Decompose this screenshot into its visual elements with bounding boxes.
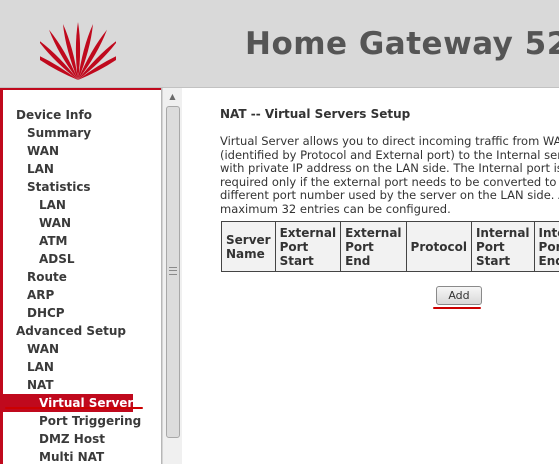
sidebar-item-multi-nat[interactable]: Multi NAT [0,448,104,464]
sidebar-item-lan[interactable]: LAN [0,160,54,178]
sidebar-item-wan[interactable]: WAN [0,214,71,232]
header-line: Start [475,253,511,268]
sidebar-item-arp[interactable]: ARP [0,286,54,304]
table-header-cell: External Port Start [274,221,342,272]
header-line: Server [226,232,271,247]
sidebar-item-port-triggering[interactable]: Port Triggering [0,412,141,430]
sidebar-item-atm[interactable]: ATM [0,232,67,250]
add-button-annotation-underline [433,307,481,309]
header-line: External [279,225,337,240]
header-title: Home Gateway 520 [245,26,559,62]
scroll-grip-icon [169,267,177,275]
table-header-cell: Internal Port Start [470,221,535,272]
header-line: External [345,225,402,240]
table-header-cell: External Port End [340,221,407,272]
sidebar-item-adsl[interactable]: ADSL [0,250,75,268]
sidebar-item-virtual-servers[interactable]: Virtual Servers [3,394,141,412]
main-content: NAT -- Virtual Servers Setup Virtual Ser… [183,88,559,464]
add-button[interactable]: Add [436,286,482,305]
virtual-servers-table: Server Name External Port Start External Port E… [221,221,559,272]
page-description: Virtual Server allows you to direct inco… [220,134,559,216]
brand-logo-icon [40,22,116,80]
sidebar-item-dhcp[interactable]: DHCP [0,304,65,322]
scroll-up-arrow-icon[interactable]: ▲ [163,90,182,104]
sidebar-item-wan[interactable]: WAN [0,340,59,358]
virtual-servers-annotation-underline [5,407,143,409]
sidebar-item-nat[interactable]: NAT [0,376,54,394]
header-line: Port [279,239,309,254]
header-line: End [345,253,371,268]
header-line: Internal [475,225,530,240]
sidebar-scrollbar[interactable]: ▲ [162,88,182,464]
sidebar-item-lan[interactable]: LAN [0,358,54,376]
sidebar-item-dmz-host[interactable]: DMZ Host [0,430,105,448]
header-line: Port [475,239,505,254]
sidebar-item-wan[interactable]: WAN [0,142,59,160]
scroll-thumb[interactable] [166,106,180,438]
table-header-cell: Protocol [405,221,472,272]
sidebar-item-lan[interactable]: LAN [0,196,66,214]
header-line: Start [279,253,314,268]
header: Home Gateway 520 [0,0,559,88]
header-line: Port [345,239,374,254]
sidebar-item-statistics[interactable]: Statistics [0,178,91,196]
header-line: Protocol [410,239,467,254]
sidebar-item-advanced-setup[interactable]: Advanced Setup [0,322,126,340]
sidebar-item-device-info[interactable]: Device Info [0,106,92,124]
header-line: Name [226,246,265,261]
sidebar-item-route[interactable]: Route [0,268,67,286]
sidebar-item-summary[interactable]: Summary [0,124,91,142]
sidebar-accent-top [0,88,161,90]
header-line: End [538,253,559,268]
table-header-row: Server Name External Port Start External Port E… [221,221,559,272]
header-line: Internal [538,225,559,240]
table-header-cell: Server Name [221,221,276,272]
page-title: NAT -- Virtual Servers Setup [220,107,411,121]
table-header-cell: InternalPortEnd [533,221,559,272]
header-line: Port [538,239,559,254]
